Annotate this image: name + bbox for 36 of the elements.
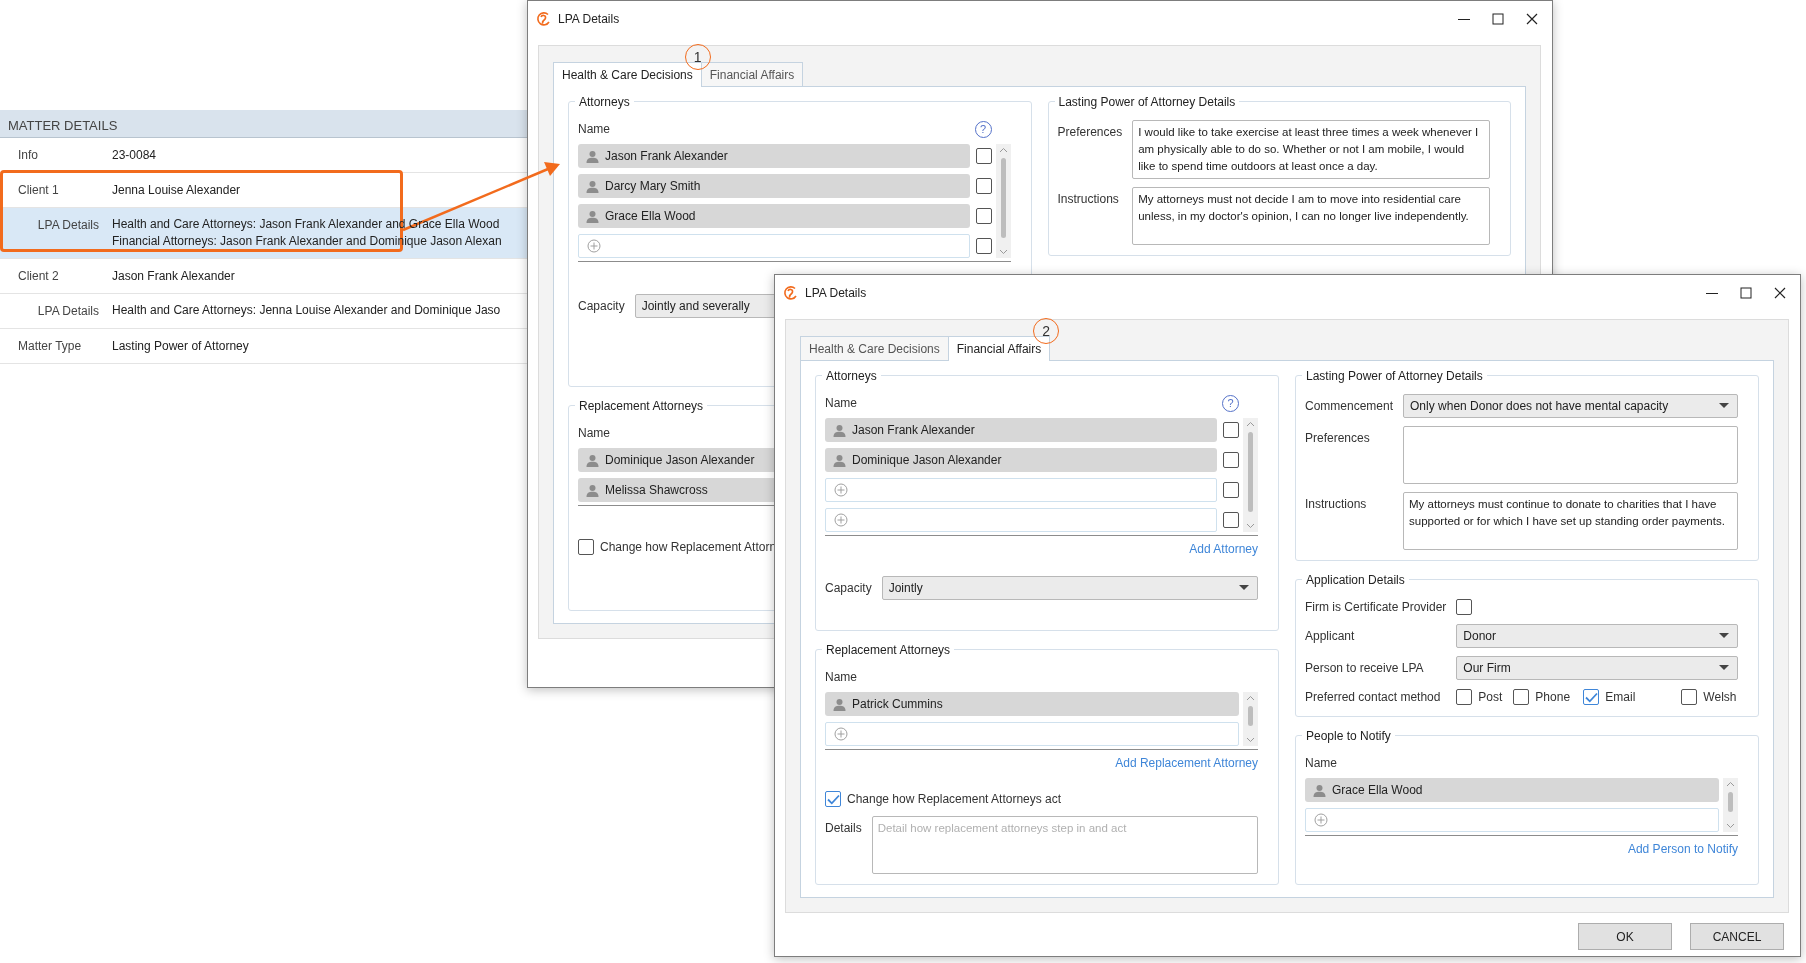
checkbox-label: Email (1605, 689, 1636, 706)
field-label: Commencement (1305, 398, 1394, 415)
column-label: Name (825, 395, 857, 412)
field-value: Jenna Louise Alexander (112, 182, 241, 199)
field-label: Preferred contact method (1305, 689, 1442, 706)
field-label: Person to receive LPA (1305, 660, 1425, 677)
field-label: Preferences (1305, 430, 1371, 447)
column-label: Name (825, 669, 857, 686)
section-header: MATTER DETAILS (0, 110, 527, 138)
field-label: Firm is Certificate Provider (1305, 599, 1447, 616)
field-label: Preferences (1057, 124, 1123, 141)
field-label: LPA Details (36, 217, 100, 234)
field-label: Info (17, 147, 39, 164)
field-label: Capacity (825, 580, 872, 597)
window-title: LPA Details (805, 285, 867, 302)
field-value: Health and Care Attorneys: Jenna Louise Alexander and Dominique Jaso (112, 302, 501, 319)
field-label: LPA Details (36, 303, 100, 320)
field-label: Details (825, 820, 862, 837)
column-label: Name (578, 121, 610, 138)
checkbox-label: Welsh (1703, 689, 1737, 706)
field-label: Client 2 (17, 268, 60, 285)
window-title: LPA Details (558, 11, 620, 28)
field-label: Client 1 (17, 182, 60, 199)
field-label: Instructions (1057, 191, 1120, 208)
field-value: 23-0084 (112, 147, 157, 164)
checkbox-label: Post (1478, 689, 1503, 706)
field-label: Applicant (1305, 628, 1356, 645)
checkbox-label: Change how Replacement Attorneys act (847, 791, 1062, 808)
field-label: Capacity (578, 298, 625, 315)
field-value: Jason Frank Alexander (112, 268, 235, 285)
field-label: Matter Type (17, 338, 83, 355)
field-label: Instructions (1305, 496, 1368, 513)
column-label: Name (578, 425, 610, 442)
field-value: Lasting Power of Attorney (112, 338, 249, 355)
column-label: Name (1305, 755, 1337, 772)
checkbox-label: Phone (1535, 689, 1571, 706)
